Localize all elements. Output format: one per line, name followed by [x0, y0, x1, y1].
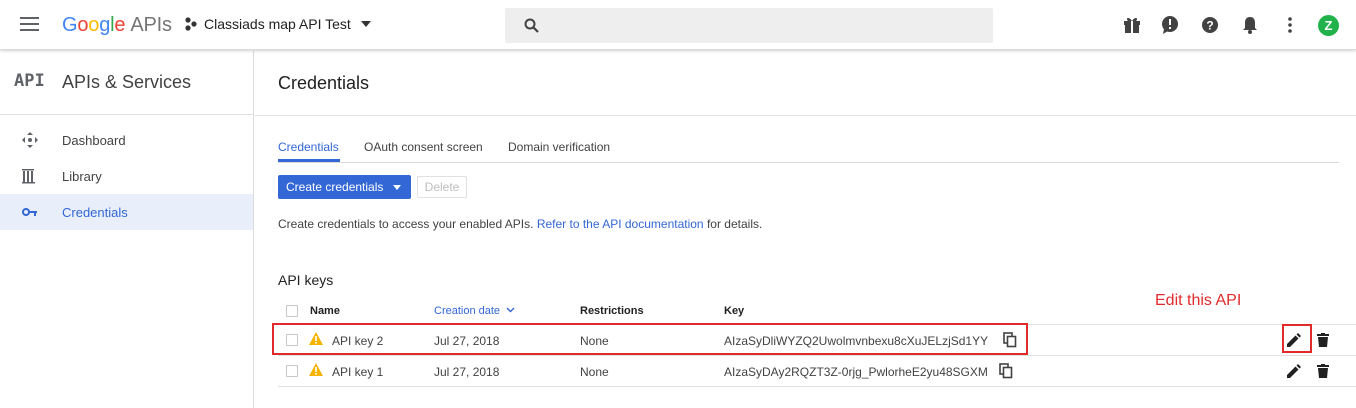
dashboard-icon: [22, 132, 38, 148]
info-text-main: Create credentials to access your enable…: [278, 217, 534, 231]
sidebar-item-credentials[interactable]: Credentials: [0, 194, 253, 230]
select-all-checkbox[interactable]: [286, 305, 298, 317]
column-header-name[interactable]: Name: [310, 305, 340, 317]
edit-pencil-icon[interactable]: [1287, 364, 1301, 378]
column-header-key[interactable]: Key: [724, 305, 744, 317]
chevron-down-icon: [506, 307, 515, 313]
sidebar-title: APIs & Services: [62, 72, 192, 92]
sidebar-nav: Dashboard Library Credentials: [0, 115, 253, 230]
sidebar-item-label: Library: [62, 169, 102, 184]
column-header-restrictions[interactable]: Restrictions: [580, 305, 644, 317]
api-documentation-link[interactable]: Refer to the API documentation: [537, 217, 704, 231]
project-dots-icon: [185, 17, 197, 31]
warning-icon: [309, 363, 323, 376]
create-credentials-label: Create credentials: [286, 180, 384, 194]
sidebar-item-label: Dashboard: [62, 133, 126, 148]
api-badge: API: [14, 71, 45, 91]
search-input[interactable]: [551, 16, 971, 36]
delete-trash-icon[interactable]: [1317, 364, 1329, 378]
help-icon[interactable]: ?: [1200, 15, 1220, 35]
column-header-label: Creation date: [434, 305, 501, 317]
google-apis-logo[interactable]: Google APIs: [62, 14, 172, 37]
feedback-icon[interactable]: [1160, 15, 1180, 35]
restrictions: None: [580, 365, 609, 379]
library-icon: [22, 169, 35, 184]
create-credentials-button[interactable]: Create credentials: [278, 175, 411, 199]
annotation-label: Edit this API: [1155, 292, 1242, 309]
top-bar: Google APIs Classiads map API Test ? Z: [0, 0, 1356, 50]
annotation-highlight-row: [272, 323, 1028, 355]
chevron-down-icon: [360, 21, 371, 27]
chevron-down-icon: [393, 184, 402, 190]
sidebar-header: API APIs & Services: [0, 51, 253, 115]
project-name: Classiads map API Test: [204, 16, 351, 32]
sidebar-item-library[interactable]: Library: [0, 158, 253, 194]
logo-google: Google: [62, 14, 126, 36]
sidebar-item-dashboard[interactable]: Dashboard: [0, 122, 253, 158]
tab-domain-verification[interactable]: Domain verification: [508, 140, 610, 154]
avatar[interactable]: Z: [1318, 15, 1339, 36]
active-tab-indicator: [278, 159, 340, 162]
key-name-link[interactable]: API key 1: [332, 365, 383, 379]
section-title-api-keys: API keys: [278, 272, 334, 288]
search-icon: [524, 18, 539, 33]
page-title: Credentials: [278, 73, 370, 93]
gift-icon[interactable]: [1122, 15, 1142, 35]
hamburger-menu-icon[interactable]: [20, 17, 39, 31]
info-text: Create credentials to access your enable…: [278, 217, 762, 231]
delete-button[interactable]: Delete: [417, 176, 467, 198]
notifications-icon[interactable]: [1240, 15, 1260, 35]
copy-icon[interactable]: [999, 363, 1013, 379]
svg-text:?: ?: [1206, 19, 1213, 33]
api-key-value: AIzaSyDAy2RQZT3Z-0rjg_PwlorheE2yu48SGXM: [724, 365, 988, 379]
search-bar[interactable]: [505, 8, 993, 43]
logo-apis: APIs: [130, 14, 172, 36]
tab-credentials[interactable]: Credentials: [278, 140, 339, 154]
delete-trash-icon[interactable]: [1317, 333, 1329, 347]
table-row[interactable]: API key 1 Jul 27, 2018 None AIzaSyDAy2RQ…: [278, 356, 1356, 387]
tab-oauth-consent-screen[interactable]: OAuth consent screen: [364, 140, 483, 154]
sidebar-item-label: Credentials: [62, 205, 128, 220]
creation-date: Jul 27, 2018: [434, 365, 500, 379]
column-header-creation-date[interactable]: Creation date: [434, 305, 515, 317]
tabs: Credentials OAuth consent screen Domain …: [278, 136, 1339, 163]
divider: [255, 115, 1356, 116]
annotation-highlight-edit: [1282, 324, 1312, 353]
project-selector[interactable]: Classiads map API Test: [184, 16, 371, 32]
sidebar: API APIs & Services Dashboard Library Cr…: [0, 51, 254, 408]
info-text-suffix: for details.: [706, 217, 763, 231]
row-checkbox[interactable]: [286, 365, 298, 377]
key-icon: [22, 208, 37, 216]
more-vert-icon[interactable]: [1280, 15, 1300, 35]
